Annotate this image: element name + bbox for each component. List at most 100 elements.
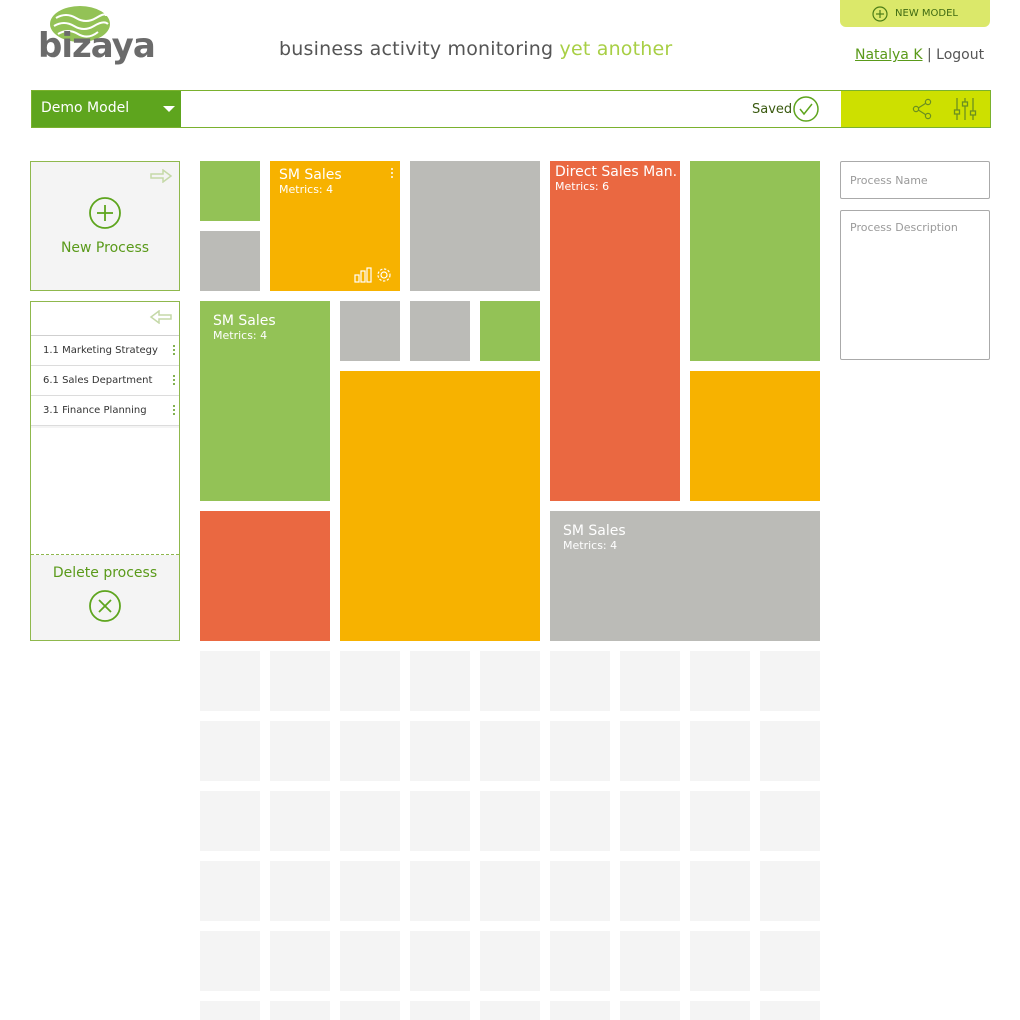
process-name-input[interactable] (840, 161, 990, 199)
empty-slot[interactable] (480, 931, 540, 991)
empty-slot[interactable] (410, 861, 470, 921)
empty-slot[interactable] (760, 721, 820, 781)
empty-slot[interactable] (690, 861, 750, 921)
list-item[interactable]: 6.1 Sales Department (31, 366, 179, 396)
empty-slot[interactable] (550, 1001, 610, 1020)
gear-icon[interactable] (375, 266, 393, 284)
settings-sliders-icon[interactable] (953, 97, 977, 121)
new-process-button[interactable]: New Process (30, 161, 180, 291)
logout-link[interactable]: Logout (936, 47, 984, 63)
empty-slot[interactable] (410, 721, 470, 781)
process-tile[interactable]: SM Sales Metrics: 4 (550, 511, 820, 641)
empty-slot[interactable] (200, 721, 260, 781)
empty-slot[interactable] (620, 791, 680, 851)
delete-process-button[interactable]: Delete process (31, 555, 179, 641)
collapse-arrow-icon[interactable] (149, 169, 173, 183)
expand-arrow-icon[interactable] (149, 310, 173, 324)
tile[interactable] (690, 161, 820, 361)
empty-slot[interactable] (620, 721, 680, 781)
new-model-button[interactable]: NEW MODEL (840, 0, 990, 27)
empty-slot[interactable] (410, 931, 470, 991)
tile[interactable] (410, 301, 470, 361)
empty-slot[interactable] (200, 861, 260, 921)
empty-slot[interactable] (480, 721, 540, 781)
empty-slot[interactable] (760, 651, 820, 711)
share-icon[interactable] (911, 98, 933, 120)
empty-slot[interactable] (270, 1001, 330, 1020)
empty-slot[interactable] (480, 1001, 540, 1020)
empty-slot[interactable] (270, 931, 330, 991)
process-tile[interactable]: SM Sales Metrics: 4 (270, 161, 400, 291)
tile-metrics: Metrics: 4 (279, 183, 334, 196)
empty-slot[interactable] (690, 791, 750, 851)
empty-slot[interactable] (550, 651, 610, 711)
empty-slot[interactable] (270, 651, 330, 711)
empty-slot[interactable] (270, 721, 330, 781)
process-list: 1.1 Marketing Strategy 6.1 Sales Departm… (31, 336, 179, 426)
bar-chart-icon[interactable] (354, 267, 372, 283)
process-tile[interactable]: SM Sales Metrics: 4 (200, 301, 330, 501)
more-vertical-icon[interactable] (173, 375, 176, 387)
tile[interactable] (410, 161, 540, 291)
empty-slot[interactable] (760, 861, 820, 921)
tile-title: SM Sales (279, 167, 342, 183)
empty-slot[interactable] (340, 931, 400, 991)
tile[interactable] (480, 301, 540, 361)
logo-wordmark: bizaya (38, 26, 156, 66)
tile-title: SM Sales (563, 523, 626, 539)
empty-slot[interactable] (410, 1001, 470, 1020)
more-vertical-icon[interactable] (173, 405, 176, 417)
empty-slot[interactable] (340, 721, 400, 781)
tile[interactable] (690, 371, 820, 501)
list-item[interactable]: 3.1 Finance Planning (31, 396, 179, 426)
tile[interactable] (340, 371, 540, 641)
plus-circle-icon (872, 5, 888, 22)
empty-slot[interactable] (410, 791, 470, 851)
empty-slot[interactable] (550, 861, 610, 921)
list-item[interactable]: 1.1 Marketing Strategy (31, 336, 179, 366)
empty-slot[interactable] (200, 651, 260, 711)
empty-slot[interactable] (340, 861, 400, 921)
empty-slot[interactable] (690, 721, 750, 781)
tagline-accent: yet another (559, 38, 673, 60)
empty-slot[interactable] (620, 861, 680, 921)
empty-slot[interactable] (550, 721, 610, 781)
empty-slot[interactable] (760, 931, 820, 991)
empty-slot[interactable] (760, 791, 820, 851)
empty-slot[interactable] (200, 1001, 260, 1020)
tile[interactable] (200, 511, 330, 641)
tile[interactable] (200, 231, 260, 291)
process-description-textarea[interactable] (840, 210, 990, 360)
empty-slot[interactable] (550, 931, 610, 991)
empty-slot[interactable] (550, 791, 610, 851)
empty-slot[interactable] (620, 931, 680, 991)
model-select[interactable]: Demo Model (32, 91, 181, 127)
empty-slot[interactable] (340, 791, 400, 851)
empty-slot[interactable] (340, 1001, 400, 1020)
more-vertical-icon[interactable] (390, 167, 394, 179)
empty-slot[interactable] (480, 651, 540, 711)
more-vertical-icon[interactable] (173, 345, 176, 357)
empty-slot[interactable] (410, 651, 470, 711)
tile[interactable] (200, 161, 260, 221)
empty-slot[interactable] (760, 1001, 820, 1020)
close-circle-icon (89, 590, 121, 622)
empty-slot[interactable] (620, 651, 680, 711)
empty-slot[interactable] (690, 651, 750, 711)
tile[interactable] (340, 301, 400, 361)
user-area: Natalya K | Logout (855, 47, 984, 63)
empty-slot[interactable] (480, 791, 540, 851)
empty-slot[interactable] (200, 931, 260, 991)
empty-slot[interactable] (200, 791, 260, 851)
caret-down-icon (163, 106, 175, 112)
empty-slot[interactable] (690, 931, 750, 991)
empty-slot[interactable] (620, 1001, 680, 1020)
process-list-empty-area (31, 428, 179, 555)
empty-slot[interactable] (340, 651, 400, 711)
empty-slot[interactable] (270, 861, 330, 921)
empty-slot[interactable] (270, 791, 330, 851)
process-tile[interactable]: Direct Sales Man... Metrics: 6 (550, 161, 680, 501)
empty-slot[interactable] (480, 861, 540, 921)
user-name-link[interactable]: Natalya K (855, 47, 923, 63)
empty-slot[interactable] (690, 1001, 750, 1020)
